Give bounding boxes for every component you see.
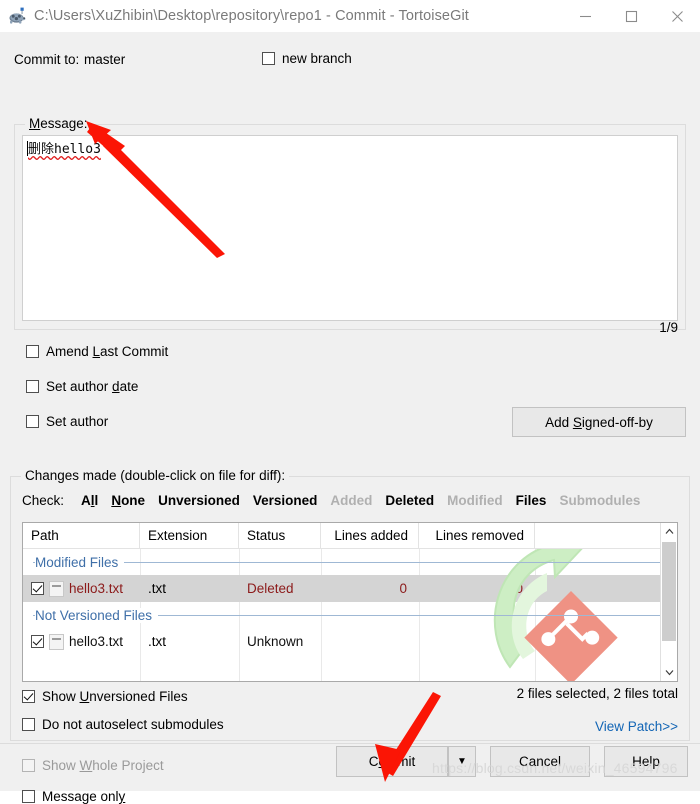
check-filter-all[interactable]: All [81, 493, 98, 508]
group-divider-line [33, 562, 669, 563]
file-status: Unknown [247, 634, 304, 649]
new-branch-checkbox-box[interactable] [262, 52, 275, 66]
no-autoselect-submodules-checkbox[interactable]: Do not autoselect submodules [22, 718, 224, 732]
check-filter-unversioned[interactable]: Unversioned [158, 493, 240, 508]
changes-file-list[interactable]: Path Extension Status Lines added Lines … [22, 522, 678, 682]
commit-message-text: 删除hello3 [28, 142, 101, 158]
check-filter-added: Added [330, 493, 373, 508]
tortoisegit-turtle-icon [7, 6, 27, 26]
show-whole-project-box [22, 759, 35, 773]
set-author-date-label: Set author date [46, 379, 139, 394]
message-legend: Message: [25, 116, 92, 131]
minimize-button[interactable] [562, 0, 608, 32]
file-list-scrollbar[interactable] [660, 523, 677, 681]
check-filter-modified: Modified [447, 493, 503, 508]
file-lines-added: 0 [399, 581, 407, 596]
show-whole-project-label: Show Whole Project [42, 758, 164, 773]
show-whole-project-checkbox: Show Whole Project [22, 759, 164, 773]
check-filter-deleted[interactable]: Deleted [385, 493, 434, 508]
show-unversioned-files-label: Show Unversioned Files [42, 689, 188, 704]
file-icon [49, 633, 64, 650]
table-row[interactable]: hello3.txt .txt Unknown [23, 628, 677, 655]
set-author-checkbox[interactable]: Set author [26, 415, 108, 429]
close-button[interactable] [654, 0, 700, 32]
commit-button-label: Commit [368, 754, 416, 769]
column-header-path[interactable]: Path [23, 523, 140, 548]
file-path: hello3.txt [69, 581, 124, 596]
window-title: C:\Users\XuZhibin\Desktop\repository\rep… [34, 8, 469, 24]
scroll-up-icon[interactable] [661, 523, 677, 540]
commit-to-branch[interactable]: master [84, 52, 125, 67]
add-signed-off-by-button[interactable]: Add Signed-off-by [512, 407, 686, 437]
url-watermark: https://blog.csdn.net/weixin_46594796 [432, 760, 678, 776]
file-path-cell[interactable]: hello3.txt [23, 633, 140, 650]
file-icon [49, 580, 64, 597]
check-filter-versioned[interactable]: Versioned [253, 493, 318, 508]
column-header-lines-removed[interactable]: Lines removed [419, 523, 535, 548]
set-author-label: Set author [46, 414, 109, 429]
scrollbar-thumb[interactable] [662, 542, 676, 641]
new-branch-checkbox[interactable]: new branch [262, 52, 352, 66]
file-lines-removed: 0 [515, 581, 523, 596]
window-titlebar: C:\Users\XuZhibin\Desktop\repository\rep… [0, 0, 700, 33]
file-row-checkbox[interactable] [31, 635, 44, 648]
message-only-checkbox[interactable]: Message only [22, 790, 125, 804]
file-group-header: Modified Files [23, 549, 677, 575]
no-autoselect-submodules-label: Do not autoselect submodules [42, 717, 224, 732]
check-filter-submodules: Submodules [559, 493, 641, 508]
message-only-label: Message only [42, 789, 126, 804]
window-controls [562, 0, 700, 32]
file-group-name: Not Versioned Files [35, 607, 159, 623]
amend-last-commit-checkbox[interactable]: Amend Last Commit [26, 345, 168, 359]
file-status: Deleted [247, 581, 294, 596]
table-row[interactable]: hello3.txt .txt Deleted 0 0 [23, 575, 677, 602]
amend-last-commit-box[interactable] [26, 345, 39, 359]
set-author-date-box[interactable] [26, 380, 39, 394]
view-patch-link[interactable]: View Patch>> [595, 719, 678, 734]
changes-legend: Changes made (double-click on file for d… [21, 468, 290, 483]
message-counter: 1/9 [659, 320, 678, 335]
file-path: hello3.txt [69, 634, 124, 649]
file-row-checkbox[interactable] [31, 582, 44, 595]
column-header-filler [535, 523, 677, 548]
message-only-box[interactable] [22, 790, 35, 804]
file-group-header: Not Versioned Files [23, 602, 677, 628]
amend-last-commit-label: Amend Last Commit [46, 344, 169, 359]
file-extension: .txt [148, 581, 167, 596]
check-label: Check: [22, 493, 65, 508]
commit-dialog: Commit to: master new branch Message: 删除… [0, 32, 700, 804]
commit-message-input[interactable]: 删除hello3 [22, 135, 678, 321]
column-header-status[interactable]: Status [239, 523, 321, 548]
no-autoselect-submodules-box[interactable] [22, 718, 35, 732]
maximize-button[interactable] [608, 0, 654, 32]
file-path-cell[interactable]: hello3.txt [23, 580, 140, 597]
file-summary: 2 files selected, 2 files total [516, 686, 678, 701]
check-filter-row: Check: All None Unversioned Versioned Ad… [22, 493, 653, 508]
column-header-extension[interactable]: Extension [140, 523, 239, 548]
file-extension: .txt [148, 634, 167, 649]
file-group-name: Modified Files [35, 554, 125, 570]
file-list-header: Path Extension Status Lines added Lines … [23, 523, 677, 549]
add-signed-off-by-label: Add Signed-off-by [545, 414, 653, 430]
commit-message-value: 删除hello3 [28, 142, 101, 157]
commit-to-label: Commit to: [14, 52, 80, 67]
check-filter-none[interactable]: None [111, 493, 145, 508]
set-author-box[interactable] [26, 415, 39, 429]
new-branch-label: new branch [282, 51, 352, 66]
column-header-lines-added[interactable]: Lines added [321, 523, 419, 548]
check-filter-files[interactable]: Files [516, 493, 547, 508]
show-unversioned-files-checkbox[interactable]: Show Unversioned Files [22, 690, 188, 704]
set-author-date-checkbox[interactable]: Set author date [26, 380, 138, 394]
show-unversioned-files-box[interactable] [22, 690, 35, 704]
footer-divider [0, 743, 700, 744]
scroll-down-icon[interactable] [661, 664, 677, 681]
